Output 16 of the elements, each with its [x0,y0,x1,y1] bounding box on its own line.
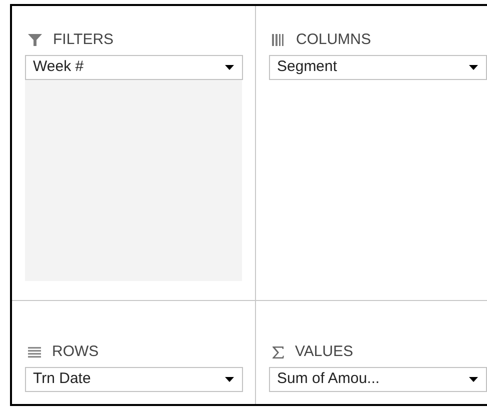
field-dropdown[interactable]: Segment [269,55,487,80]
field-dropdown[interactable]: Sum of Amou... [269,367,487,392]
field-dropdown[interactable]: Trn Date [25,367,243,392]
area-title: COLUMNS [296,30,372,50]
area-title: VALUES [295,342,354,362]
caret-icon [469,377,478,382]
area-title: FILTERS [53,30,114,50]
columns-icon [272,33,285,47]
caret-icon [225,377,234,382]
sigma-icon [272,346,284,358]
filter-icon [28,33,42,47]
caret-icon [225,65,234,70]
field-dropdown[interactable]: Week # [25,55,243,80]
caret-icon [469,65,478,70]
area-title: ROWS [52,342,99,362]
rows-icon [28,346,41,358]
